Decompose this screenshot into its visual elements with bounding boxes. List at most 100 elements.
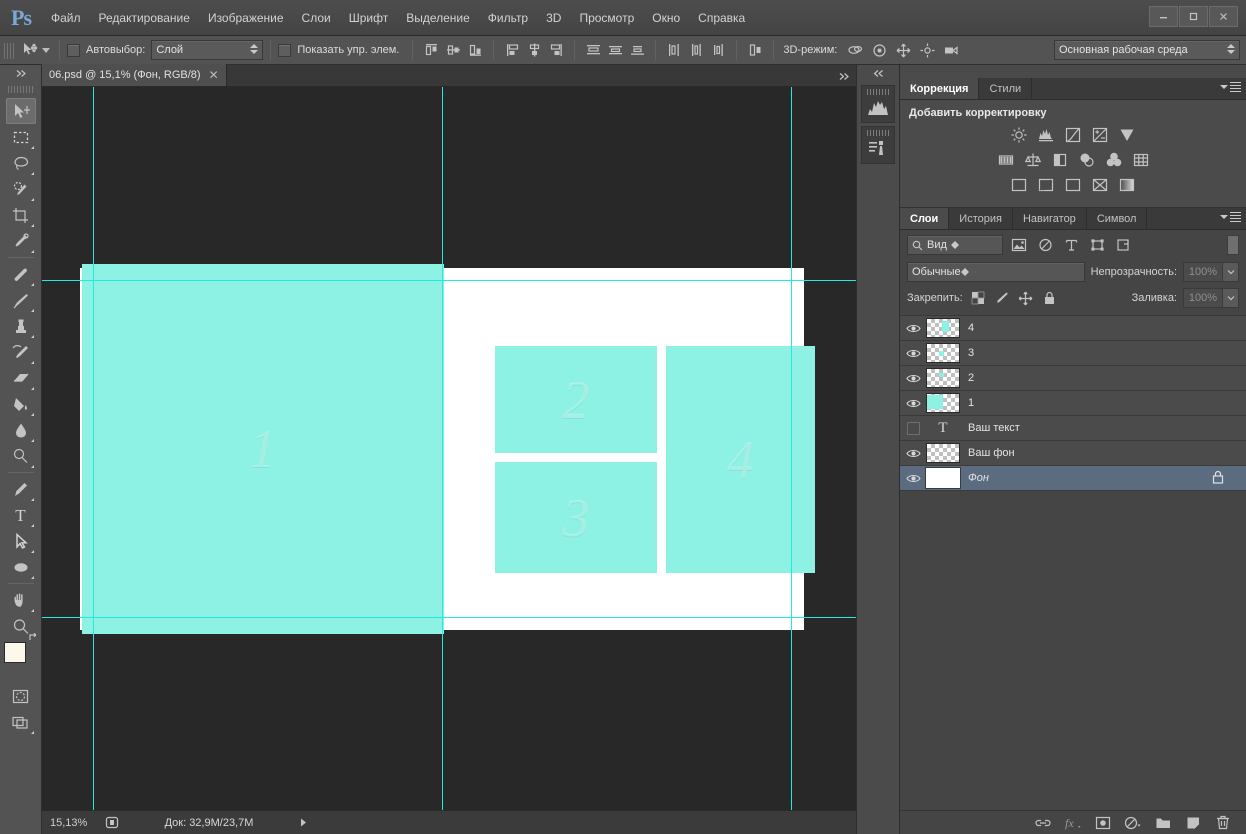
layer-3[interactable]: 3 [900,341,1246,366]
maximize-button[interactable] [1179,6,1208,27]
filter-adjustment-layers[interactable] [1035,235,1055,255]
layer-visibility-toggle[interactable] [900,348,926,359]
blend-mode-select[interactable]: Обычные [907,262,1085,282]
tool-type[interactable]: T [6,502,36,528]
layer-your-text[interactable]: T Ваш текст [900,416,1246,441]
tool-submenu-triangle-icon[interactable] [30,550,34,553]
tool-submenu-triangle-icon[interactable] [30,172,34,175]
canvas-block-4[interactable]: 4 [666,346,815,573]
color-swatches[interactable] [3,632,38,674]
filter-pixel-layers[interactable] [1009,235,1029,255]
tool-submenu-triangle-icon[interactable] [30,309,34,312]
menu-3d[interactable]: 3D [537,0,570,36]
tool-submenu-triangle-icon[interactable] [30,198,34,201]
guide-horizontal-bottom[interactable] [42,617,856,618]
panel-menu-icon[interactable] [1220,82,1241,92]
tool-submenu-triangle-icon[interactable] [30,498,34,501]
workspace-select[interactable]: Основная рабочая среда [1054,40,1240,60]
layer-visibility-toggle[interactable] [900,323,926,334]
canvas-block-2[interactable]: 2 [495,346,657,453]
adj-brightness-contrast[interactable] [1008,125,1030,145]
layer-1[interactable]: 1 [900,391,1246,416]
align-top-edges-icon[interactable] [420,40,442,60]
close-button[interactable] [1209,6,1238,27]
tool-submenu-triangle-icon[interactable] [30,524,34,527]
swap-colors-icon[interactable] [27,632,40,646]
dock-expand-icon[interactable] [857,65,901,82]
status-expand-arrow-icon[interactable] [294,817,312,828]
filter-type-layers[interactable] [1061,235,1081,255]
3d-orbit-icon[interactable] [843,40,867,60]
menu-help[interactable]: Справка [689,0,754,36]
lock-position[interactable] [1017,289,1035,307]
guide-vertical-middle[interactable] [442,87,443,810]
filter-shape-layers[interactable] [1087,235,1107,255]
align-vertical-centers-icon[interactable] [442,40,464,60]
tool-submenu-triangle-icon[interactable] [30,387,34,390]
tool-dodge[interactable] [6,443,36,469]
layer-style-button[interactable]: fx [1064,814,1082,832]
tool-submenu-triangle-icon[interactable] [30,609,34,612]
tool-path-selection[interactable] [6,528,36,554]
tool-submenu-triangle-icon[interactable] [30,413,34,416]
minimize-button[interactable] [1149,6,1178,27]
tab-character[interactable]: Символ [1086,208,1148,229]
menu-view[interactable]: Просмотр [570,0,643,36]
align-right-edges-icon[interactable] [545,40,567,60]
autoselect-checkbox[interactable] [67,43,80,57]
tab-navigator[interactable]: Навигатор [1012,208,1087,229]
autoselect-scope-select[interactable]: Слой [151,40,264,60]
layer-thumbnail[interactable] [926,343,960,363]
tool-brush[interactable] [6,287,36,313]
canvas-block-3[interactable]: 3 [495,462,657,573]
document-tab[interactable]: 06.psd @ 15,1% (Фон, RGB/8) ✕ [42,64,227,86]
layers-panel-menu-icon[interactable] [1220,212,1241,222]
adj-gradient-map[interactable] [1116,175,1138,195]
distribute-bottom-edges-icon[interactable] [626,40,648,60]
delete-layer-button[interactable] [1214,814,1232,832]
tool-hand[interactable] [6,587,36,613]
tool-quick-selection[interactable] [6,176,36,202]
layer-thumbnail[interactable] [925,467,961,489]
link-layers-button[interactable] [1034,814,1052,832]
show-transform-controls-checkbox[interactable] [278,43,292,57]
toolbar-collapse-icon[interactable] [0,65,42,82]
adj-color-balance[interactable] [1022,150,1044,170]
tool-submenu-triangle-icon[interactable] [30,283,34,286]
layer-visibility-toggle[interactable] [900,398,926,409]
filter-smart-objects[interactable] [1113,235,1133,255]
tab-styles[interactable]: Стили [979,78,1033,99]
guide-horizontal-top[interactable] [42,280,856,281]
tool-submenu-triangle-icon[interactable] [30,335,34,338]
new-layer-button[interactable] [1184,814,1202,832]
layer-thumbnail[interactable] [926,393,960,413]
adj-curves[interactable] [1062,125,1084,145]
tabbar-collapse-icon[interactable] [832,72,856,86]
3d-slide-icon[interactable] [915,40,939,60]
tool-submenu-triangle-icon[interactable] [30,146,34,149]
layer-visibility-toggle[interactable] [900,373,926,384]
align-bottom-edges-icon[interactable] [464,40,486,60]
align-horizontal-centers-icon[interactable] [523,40,545,60]
tool-pen[interactable] [6,476,36,502]
add-layer-mask-button[interactable] [1094,814,1112,832]
menu-filter[interactable]: Фильтр [479,0,537,36]
tool-eyedropper[interactable] [6,228,36,254]
tab-history[interactable]: История [949,208,1013,229]
tool-eraser[interactable] [6,365,36,391]
fill-input[interactable]: 100% [1183,288,1223,308]
adj-posterize[interactable] [1035,175,1057,195]
tool-rectangular-marquee[interactable] [6,124,36,150]
screen-mode-button[interactable] [6,709,36,735]
lock-image-pixels[interactable] [993,289,1011,307]
menu-select[interactable]: Выделение [397,0,479,36]
fill-chevron-down-icon[interactable] [1223,288,1239,308]
menu-file[interactable]: Файл [42,0,90,36]
distribute-left-edges-icon[interactable] [663,40,685,60]
3d-roll-icon[interactable] [867,40,891,60]
canvas-area[interactable]: 1 2 3 4 [42,87,856,810]
guide-vertical-right[interactable] [791,87,792,810]
layer-thumbnail[interactable] [926,368,960,388]
tool-submenu-triangle-icon[interactable] [30,465,34,468]
adj-exposure[interactable] [1089,125,1111,145]
